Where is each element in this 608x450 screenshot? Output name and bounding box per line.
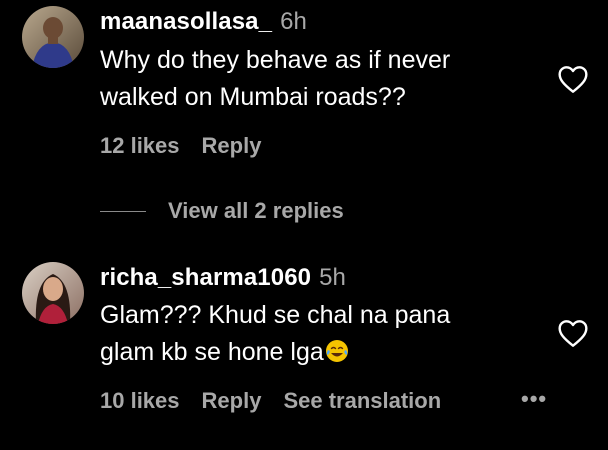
avatar[interactable] — [22, 6, 84, 68]
avatar-photo-icon — [22, 262, 84, 324]
comment-username[interactable]: richa_sharma1060 5h — [100, 264, 346, 292]
heart-icon[interactable] — [557, 64, 589, 94]
reply-button[interactable]: Reply — [202, 388, 262, 413]
face-with-tears-of-joy-emoji-icon — [325, 340, 348, 362]
comment-text-content: Glam??? Khud se chal na pana glam kb se … — [100, 301, 451, 366]
view-replies-button[interactable]: View all 2 replies — [100, 196, 344, 226]
likes-count[interactable]: 10 likes — [100, 388, 180, 413]
username-text[interactable]: richa_sharma1060 — [100, 264, 311, 291]
more-options-button[interactable]: ••• — [521, 386, 547, 412]
avatar-photo-icon — [22, 6, 84, 68]
likes-count[interactable]: 12 likes — [100, 133, 180, 158]
reply-button[interactable]: Reply — [202, 133, 262, 158]
comment-actions: 12 likes Reply — [100, 133, 283, 159]
username-text[interactable]: maanasollasa_ — [100, 8, 272, 35]
avatar[interactable] — [22, 262, 84, 324]
heart-icon[interactable] — [557, 318, 589, 348]
comment-timestamp: 6h — [280, 8, 307, 35]
see-translation-button[interactable]: See translation — [283, 388, 441, 413]
comment-username[interactable]: maanasollasa_ 6h — [100, 8, 307, 36]
view-replies-label[interactable]: View all 2 replies — [168, 198, 344, 224]
comment-text: Glam??? Khud se chal na pana glam kb se … — [100, 297, 530, 371]
comment-actions: 10 likes Reply See translation — [100, 388, 463, 414]
divider-line — [100, 210, 146, 212]
comment-text: Why do they behave as if never walked on… — [100, 46, 451, 111]
comment-timestamp: 5h — [319, 264, 346, 291]
